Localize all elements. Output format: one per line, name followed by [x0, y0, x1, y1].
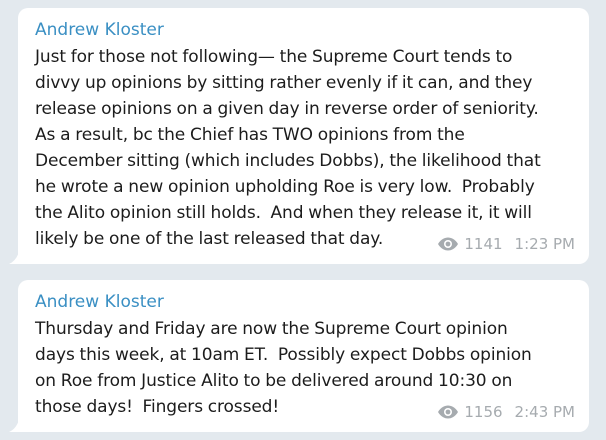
message-meta: 1156 2:43 PM: [437, 402, 575, 422]
eye-icon: [438, 237, 459, 251]
view-count: 1141: [464, 235, 503, 253]
message-time: 2:43 PM: [514, 403, 575, 421]
eye-icon: [438, 405, 459, 419]
view-count: 1156: [464, 403, 503, 421]
bubble-tail: [9, 252, 19, 264]
message-time: 1:23 PM: [514, 235, 575, 253]
message-author[interactable]: Andrew Kloster: [35, 18, 575, 42]
bubble-tail: [9, 420, 19, 432]
message-meta: 1141 1:23 PM: [437, 234, 575, 254]
message-author[interactable]: Andrew Kloster: [35, 290, 575, 314]
message-bubble[interactable]: Andrew Kloster Just for those not follow…: [9, 8, 589, 264]
message-text: Just for those not following— the Suprem…: [35, 47, 541, 249]
message-bubble[interactable]: Andrew Kloster Thursday and Friday are n…: [9, 280, 589, 432]
